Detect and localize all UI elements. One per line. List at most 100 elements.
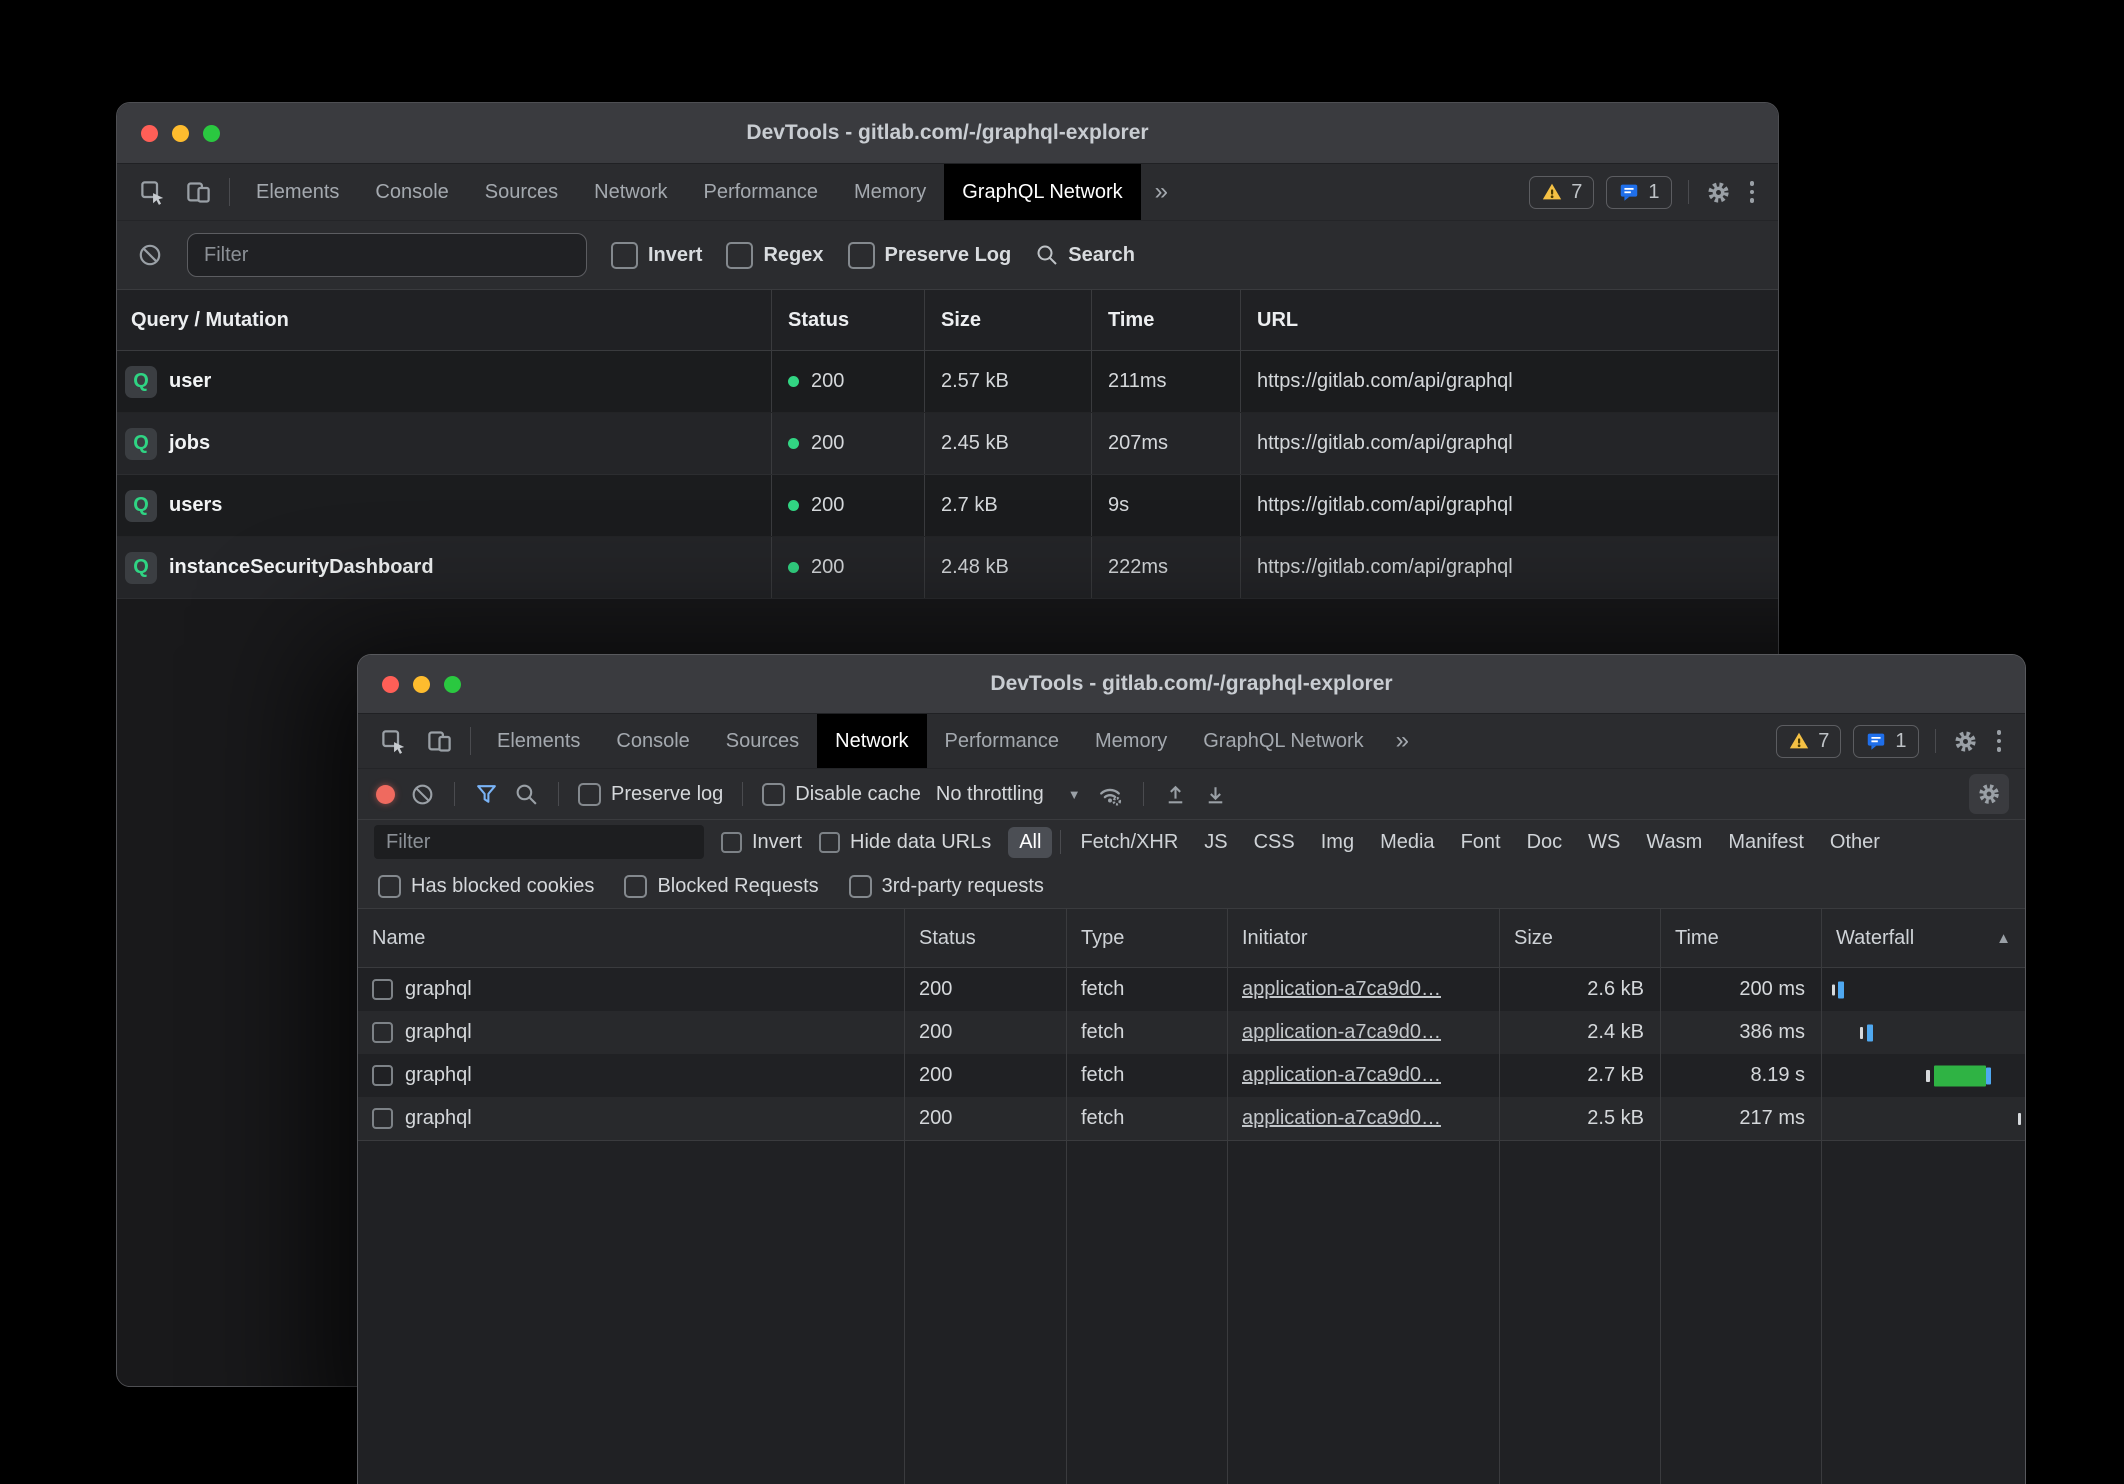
checkbox[interactable] bbox=[578, 783, 601, 806]
close-button[interactable] bbox=[141, 125, 158, 142]
titlebar[interactable]: DevTools - gitlab.com/-/graphql-explorer bbox=[358, 655, 2025, 714]
chip-wasm[interactable]: Wasm bbox=[1635, 827, 1713, 858]
tab-elements[interactable]: Elements bbox=[238, 164, 357, 220]
request-row[interactable]: graphql 200 fetch application-a7ca9d0… 2… bbox=[358, 1054, 2025, 1097]
record-button[interactable] bbox=[376, 785, 395, 804]
search-button[interactable] bbox=[514, 782, 539, 807]
disable-cache-checkbox[interactable]: Disable cache bbox=[762, 783, 921, 806]
tab-memory[interactable]: Memory bbox=[1077, 714, 1185, 768]
warnings-badge[interactable]: 7 bbox=[1776, 725, 1841, 758]
device-toolbar-button[interactable] bbox=[175, 164, 221, 220]
query-row[interactable]: Quser 200 2.57 kB 211ms https://gitlab.c… bbox=[117, 351, 1778, 413]
chip-doc[interactable]: Doc bbox=[1516, 827, 1574, 858]
query-row[interactable]: Qjobs 200 2.45 kB 207ms https://gitlab.c… bbox=[117, 413, 1778, 475]
chip-ws[interactable]: WS bbox=[1577, 827, 1631, 858]
tab-graphql-network[interactable]: GraphQL Network bbox=[1185, 714, 1381, 768]
has-blocked-cookies-checkbox[interactable]: Has blocked cookies bbox=[378, 875, 594, 898]
initiator-link[interactable]: application-a7ca9d0… bbox=[1242, 1107, 1441, 1130]
query-row[interactable]: Qusers 200 2.7 kB 9s https://gitlab.com/… bbox=[117, 475, 1778, 537]
row-checkbox[interactable] bbox=[372, 1108, 393, 1129]
checkbox[interactable] bbox=[819, 832, 840, 853]
chip-other[interactable]: Other bbox=[1819, 827, 1891, 858]
column-waterfall[interactable]: Waterfall ▲ bbox=[1821, 909, 2025, 967]
chip-css[interactable]: CSS bbox=[1243, 827, 1306, 858]
filter-input[interactable] bbox=[374, 825, 704, 859]
initiator-link[interactable]: application-a7ca9d0… bbox=[1242, 1021, 1441, 1044]
zoom-button[interactable] bbox=[203, 125, 220, 142]
checkbox[interactable] bbox=[624, 875, 647, 898]
column-status[interactable]: Status bbox=[904, 909, 1066, 967]
tab-sources[interactable]: Sources bbox=[467, 164, 576, 220]
search-control[interactable]: Search bbox=[1035, 243, 1135, 267]
filter-toggle-button[interactable] bbox=[474, 782, 499, 807]
checkbox[interactable] bbox=[721, 832, 742, 853]
chip-fetch-xhr[interactable]: Fetch/XHR bbox=[1069, 827, 1189, 858]
column-name[interactable]: Name bbox=[358, 909, 904, 967]
tab-graphql-network[interactable]: GraphQL Network bbox=[944, 164, 1140, 220]
initiator-link[interactable]: application-a7ca9d0… bbox=[1242, 978, 1441, 1001]
more-tabs-button[interactable]: » bbox=[1141, 164, 1182, 220]
checkbox[interactable] bbox=[849, 875, 872, 898]
checkbox[interactable] bbox=[378, 875, 401, 898]
column-time[interactable]: Time bbox=[1660, 909, 1821, 967]
tab-network[interactable]: Network bbox=[817, 714, 926, 768]
tab-console[interactable]: Console bbox=[598, 714, 707, 768]
chip-img[interactable]: Img bbox=[1310, 827, 1365, 858]
clear-icon[interactable] bbox=[137, 242, 163, 268]
row-checkbox[interactable] bbox=[372, 979, 393, 1000]
minimize-button[interactable] bbox=[172, 125, 189, 142]
checkbox[interactable] bbox=[726, 242, 753, 269]
third-party-requests-checkbox[interactable]: 3rd-party requests bbox=[849, 875, 1044, 898]
blocked-requests-checkbox[interactable]: Blocked Requests bbox=[624, 875, 818, 898]
column-initiator[interactable]: Initiator bbox=[1227, 909, 1499, 967]
row-checkbox[interactable] bbox=[372, 1065, 393, 1086]
issues-badge[interactable]: 1 bbox=[1606, 176, 1671, 209]
chip-media[interactable]: Media bbox=[1369, 827, 1445, 858]
zoom-button[interactable] bbox=[444, 676, 461, 693]
filter-input[interactable] bbox=[187, 233, 587, 277]
tab-elements[interactable]: Elements bbox=[479, 714, 598, 768]
tab-performance[interactable]: Performance bbox=[927, 714, 1078, 768]
initiator-link[interactable]: application-a7ca9d0… bbox=[1242, 1064, 1441, 1087]
device-toolbar-button[interactable] bbox=[416, 714, 462, 768]
settings-button[interactable] bbox=[1952, 728, 1979, 755]
export-har-button[interactable] bbox=[1203, 782, 1228, 807]
chip-manifest[interactable]: Manifest bbox=[1717, 827, 1815, 858]
tab-console[interactable]: Console bbox=[357, 164, 466, 220]
import-har-button[interactable] bbox=[1163, 782, 1188, 807]
close-button[interactable] bbox=[382, 676, 399, 693]
inspect-element-button[interactable] bbox=[129, 164, 175, 220]
more-options-button[interactable] bbox=[1744, 181, 1761, 203]
column-type[interactable]: Type bbox=[1066, 909, 1227, 967]
checkbox[interactable] bbox=[611, 242, 638, 269]
tab-network[interactable]: Network bbox=[576, 164, 685, 220]
regex-checkbox[interactable]: Regex bbox=[726, 242, 823, 269]
tab-sources[interactable]: Sources bbox=[708, 714, 817, 768]
invert-checkbox[interactable]: Invert bbox=[611, 242, 702, 269]
column-size[interactable]: Size bbox=[1499, 909, 1660, 967]
chip-all[interactable]: All bbox=[1008, 827, 1052, 858]
chip-js[interactable]: JS bbox=[1193, 827, 1238, 858]
more-options-button[interactable] bbox=[1991, 730, 2008, 752]
query-row[interactable]: QinstanceSecurityDashboard 200 2.48 kB 2… bbox=[117, 537, 1778, 599]
throttling-select[interactable]: No throttling ▼ bbox=[936, 783, 1081, 806]
titlebar[interactable]: DevTools - gitlab.com/-/graphql-explorer bbox=[117, 103, 1778, 164]
tab-memory[interactable]: Memory bbox=[836, 164, 944, 220]
clear-icon[interactable] bbox=[410, 782, 435, 807]
issues-badge[interactable]: 1 bbox=[1853, 725, 1918, 758]
chip-font[interactable]: Font bbox=[1450, 827, 1512, 858]
preserve-log-checkbox[interactable]: Preserve log bbox=[578, 783, 723, 806]
network-settings-button[interactable] bbox=[1969, 774, 2009, 814]
warnings-badge[interactable]: 7 bbox=[1529, 176, 1594, 209]
tab-performance[interactable]: Performance bbox=[686, 164, 837, 220]
network-conditions-button[interactable] bbox=[1096, 780, 1124, 808]
checkbox[interactable] bbox=[762, 783, 785, 806]
minimize-button[interactable] bbox=[413, 676, 430, 693]
hide-data-urls-checkbox[interactable]: Hide data URLs bbox=[819, 831, 991, 854]
preserve-log-checkbox[interactable]: Preserve Log bbox=[848, 242, 1012, 269]
request-row[interactable]: graphql 200 fetch application-a7ca9d0… 2… bbox=[358, 968, 2025, 1011]
more-tabs-button[interactable]: » bbox=[1382, 714, 1423, 768]
invert-checkbox[interactable]: Invert bbox=[721, 831, 802, 854]
inspect-element-button[interactable] bbox=[370, 714, 416, 768]
row-checkbox[interactable] bbox=[372, 1022, 393, 1043]
